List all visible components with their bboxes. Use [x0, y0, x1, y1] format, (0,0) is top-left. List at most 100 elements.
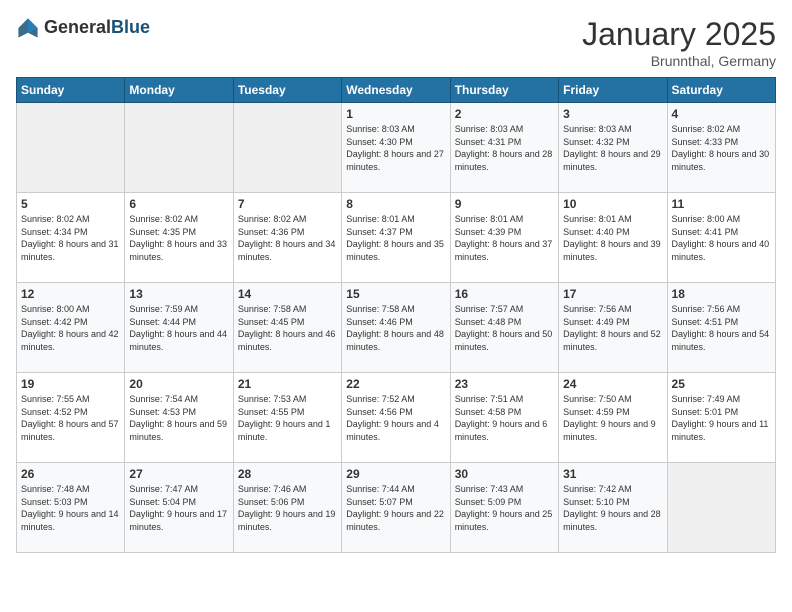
day-number: 28: [238, 467, 337, 481]
day-number: 30: [455, 467, 554, 481]
day-info: Sunrise: 7:56 AMSunset: 4:51 PMDaylight:…: [672, 303, 771, 353]
day-info: Sunrise: 8:02 AMSunset: 4:36 PMDaylight:…: [238, 213, 337, 263]
day-info: Sunrise: 7:44 AMSunset: 5:07 PMDaylight:…: [346, 483, 445, 533]
day-number: 9: [455, 197, 554, 211]
day-info: Sunrise: 8:00 AMSunset: 4:41 PMDaylight:…: [672, 213, 771, 263]
day-cell: 29Sunrise: 7:44 AMSunset: 5:07 PMDayligh…: [342, 463, 450, 553]
day-number: 27: [129, 467, 228, 481]
week-row-5: 26 Sunrise: 7:48 AMSunset: 5:03 PMDayligh…: [17, 463, 776, 553]
day-cell: 17 Sunrise: 7:56 AMSunset: 4:49 PMDayligh…: [559, 283, 667, 373]
day-info: Sunrise: 7:46 AMSunset: 5:06 PMDaylight:…: [238, 483, 337, 533]
day-cell: 31Sunrise: 7:42 AMSunset: 5:10 PMDayligh…: [559, 463, 667, 553]
day-cell: 25 Sunrise: 7:49 AMSunset: 5:01 PMDayligh…: [667, 373, 775, 463]
day-number: 20: [129, 377, 228, 391]
day-info: Sunrise: 8:02 AMSunset: 4:34 PMDaylight:…: [21, 213, 120, 263]
day-info: Sunrise: 8:02 AMSunset: 4:35 PMDaylight:…: [129, 213, 228, 263]
header-cell-saturday: Saturday: [667, 78, 775, 103]
header-cell-monday: Monday: [125, 78, 233, 103]
day-cell: 9Sunrise: 8:01 AMSunset: 4:39 PMDaylight…: [450, 193, 558, 283]
day-cell: 26 Sunrise: 7:48 AMSunset: 5:03 PMDayligh…: [17, 463, 125, 553]
week-row-2: 5 Sunrise: 8:02 AMSunset: 4:34 PMDaylight…: [17, 193, 776, 283]
day-cell: 24Sunrise: 7:50 AMSunset: 4:59 PMDayligh…: [559, 373, 667, 463]
day-number: 12: [21, 287, 120, 301]
day-number: 4: [672, 107, 771, 121]
day-info: Sunrise: 7:53 AMSunset: 4:55 PMDaylight:…: [238, 393, 337, 443]
day-info: Sunrise: 8:01 AMSunset: 4:40 PMDaylight:…: [563, 213, 662, 263]
day-number: 3: [563, 107, 662, 121]
day-info: Sunrise: 7:52 AMSunset: 4:56 PMDaylight:…: [346, 393, 445, 443]
day-cell: 14Sunrise: 7:58 AMSunset: 4:45 PMDayligh…: [233, 283, 341, 373]
day-info: Sunrise: 8:00 AMSunset: 4:42 PMDaylight:…: [21, 303, 120, 353]
day-number: 5: [21, 197, 120, 211]
day-cell: 15Sunrise: 7:58 AMSunset: 4:46 PMDayligh…: [342, 283, 450, 373]
day-info: Sunrise: 7:47 AMSunset: 5:04 PMDaylight:…: [129, 483, 228, 533]
day-cell: 13 Sunrise: 7:59 AMSunset: 4:44 PMDayligh…: [125, 283, 233, 373]
day-number: 16: [455, 287, 554, 301]
week-row-4: 19Sunrise: 7:55 AMSunset: 4:52 PMDayligh…: [17, 373, 776, 463]
day-number: 1: [346, 107, 445, 121]
day-cell: 18 Sunrise: 7:56 AMSunset: 4:51 PMDayligh…: [667, 283, 775, 373]
day-info: Sunrise: 7:43 AMSunset: 5:09 PMDaylight:…: [455, 483, 554, 533]
day-number: 17: [563, 287, 662, 301]
day-number: 22: [346, 377, 445, 391]
day-info: Sunrise: 7:56 AMSunset: 4:49 PMDaylight:…: [563, 303, 662, 353]
day-cell: 20 Sunrise: 7:54 AMSunset: 4:53 PMDayligh…: [125, 373, 233, 463]
day-info: Sunrise: 7:58 AMSunset: 4:45 PMDaylight:…: [238, 303, 337, 353]
week-row-1: 1 Sunrise: 8:03 AMSunset: 4:30 PMDaylight…: [17, 103, 776, 193]
day-number: 8: [346, 197, 445, 211]
day-info: Sunrise: 8:03 AMSunset: 4:31 PMDaylight:…: [455, 123, 554, 173]
day-cell: 22 Sunrise: 7:52 AMSunset: 4:56 PMDayligh…: [342, 373, 450, 463]
day-info: Sunrise: 7:57 AMSunset: 4:48 PMDaylight:…: [455, 303, 554, 353]
day-number: 7: [238, 197, 337, 211]
calendar-body: 1 Sunrise: 8:03 AMSunset: 4:30 PMDaylight…: [17, 103, 776, 553]
day-number: 11: [672, 197, 771, 211]
day-cell: [125, 103, 233, 193]
day-cell: 5 Sunrise: 8:02 AMSunset: 4:34 PMDaylight…: [17, 193, 125, 283]
day-cell: 30 Sunrise: 7:43 AMSunset: 5:09 PMDayligh…: [450, 463, 558, 553]
day-cell: 4 Sunrise: 8:02 AMSunset: 4:33 PMDaylight…: [667, 103, 775, 193]
day-cell: 7 Sunrise: 8:02 AMSunset: 4:36 PMDaylight…: [233, 193, 341, 283]
day-cell: 23Sunrise: 7:51 AMSunset: 4:58 PMDayligh…: [450, 373, 558, 463]
day-info: Sunrise: 7:51 AMSunset: 4:58 PMDaylight:…: [455, 393, 554, 443]
title-block: January 2025 Brunnthal, Germany: [582, 16, 776, 69]
day-number: 10: [563, 197, 662, 211]
day-info: Sunrise: 7:48 AMSunset: 5:03 PMDaylight:…: [21, 483, 120, 533]
day-cell: 6Sunrise: 8:02 AMSunset: 4:35 PMDaylight…: [125, 193, 233, 283]
header-cell-tuesday: Tuesday: [233, 78, 341, 103]
day-info: Sunrise: 8:02 AMSunset: 4:33 PMDaylight:…: [672, 123, 771, 173]
day-info: Sunrise: 8:01 AMSunset: 4:37 PMDaylight:…: [346, 213, 445, 263]
location-subtitle: Brunnthal, Germany: [582, 53, 776, 69]
day-number: 31: [563, 467, 662, 481]
day-number: 15: [346, 287, 445, 301]
day-number: 2: [455, 107, 554, 121]
day-info: Sunrise: 7:59 AMSunset: 4:44 PMDaylight:…: [129, 303, 228, 353]
day-info: Sunrise: 8:03 AMSunset: 4:32 PMDaylight:…: [563, 123, 662, 173]
day-cell: 21 Sunrise: 7:53 AMSunset: 4:55 PMDayligh…: [233, 373, 341, 463]
logo-blue-text: Blue: [111, 18, 150, 38]
day-number: 21: [238, 377, 337, 391]
day-cell: 11 Sunrise: 8:00 AMSunset: 4:41 PMDayligh…: [667, 193, 775, 283]
logo-icon: [16, 16, 40, 40]
day-cell: 16 Sunrise: 7:57 AMSunset: 4:48 PMDayligh…: [450, 283, 558, 373]
day-number: 13: [129, 287, 228, 301]
day-info: Sunrise: 7:50 AMSunset: 4:59 PMDaylight:…: [563, 393, 662, 443]
day-number: 18: [672, 287, 771, 301]
header-cell-friday: Friday: [559, 78, 667, 103]
day-number: 25: [672, 377, 771, 391]
day-info: Sunrise: 8:03 AMSunset: 4:30 PMDaylight:…: [346, 123, 445, 173]
day-cell: 28 Sunrise: 7:46 AMSunset: 5:06 PMDayligh…: [233, 463, 341, 553]
logo-general-text: General: [44, 18, 111, 38]
week-row-3: 12 Sunrise: 8:00 AMSunset: 4:42 PMDayligh…: [17, 283, 776, 373]
calendar-header: SundayMondayTuesdayWednesdayThursdayFrid…: [17, 78, 776, 103]
day-number: 26: [21, 467, 120, 481]
day-cell: 12 Sunrise: 8:00 AMSunset: 4:42 PMDayligh…: [17, 283, 125, 373]
month-title: January 2025: [582, 16, 776, 53]
logo: GeneralBlue: [16, 16, 150, 40]
day-cell: 8 Sunrise: 8:01 AMSunset: 4:37 PMDaylight…: [342, 193, 450, 283]
day-info: Sunrise: 7:55 AMSunset: 4:52 PMDaylight:…: [21, 393, 120, 443]
day-info: Sunrise: 7:49 AMSunset: 5:01 PMDaylight:…: [672, 393, 771, 443]
day-cell: [17, 103, 125, 193]
header-row: SundayMondayTuesdayWednesdayThursdayFrid…: [17, 78, 776, 103]
day-info: Sunrise: 7:54 AMSunset: 4:53 PMDaylight:…: [129, 393, 228, 443]
day-cell: [667, 463, 775, 553]
